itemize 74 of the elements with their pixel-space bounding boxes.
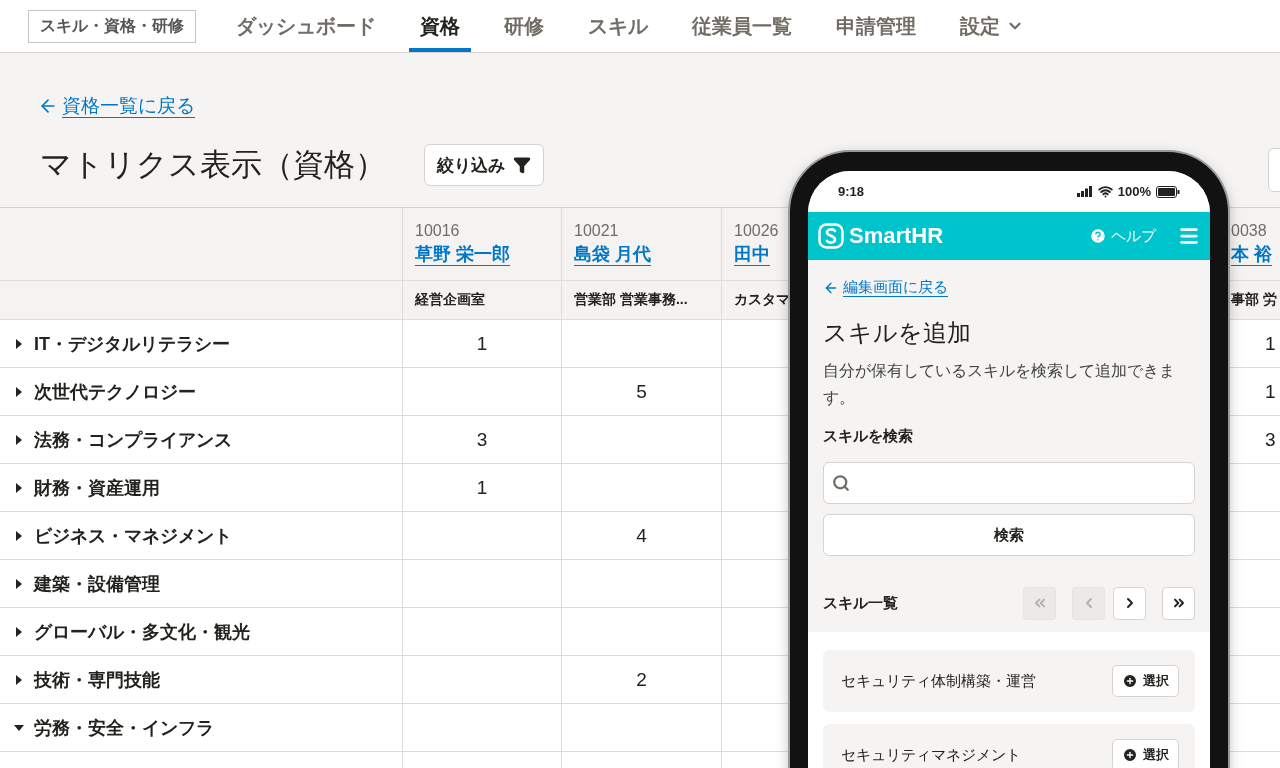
employee-name-link[interactable]: 本 裕 (1231, 242, 1272, 266)
employee-name-link[interactable]: 草野 栄一郎 (415, 242, 510, 266)
menu-icon[interactable] (1178, 225, 1200, 247)
employee-name-link[interactable]: 田中 (734, 242, 770, 266)
count-value: 3 (1264, 428, 1276, 451)
department-label: 営業部 営業事務... (574, 291, 688, 309)
wifi-icon (1097, 184, 1113, 199)
plus-icon (1122, 673, 1138, 690)
caret-right-icon (14, 434, 24, 445)
skill-name: セキュリティ体制構築・運営 (841, 671, 1036, 691)
status-time: 9:18 (838, 184, 865, 199)
pagination-button[interactable] (1113, 586, 1146, 620)
department-label: カスタマ (734, 291, 790, 309)
department-label: 経営企画室 (415, 291, 485, 309)
search-button[interactable]: 検索 (823, 514, 1195, 557)
back-link[interactable]: 資格一覧に戻る (38, 93, 195, 119)
signal-icon (1076, 186, 1093, 197)
filter-button[interactable]: 絞り込み (424, 144, 544, 186)
department-label: 事部 労 (1231, 291, 1277, 309)
count-value: 5 (636, 380, 647, 403)
count-value: 2 (636, 668, 647, 691)
caret-right-icon (14, 338, 24, 349)
search-icon (832, 474, 850, 493)
employee-name-link[interactable]: 島袋 月代 (574, 242, 651, 266)
page-title: マトリクス表示（資格） (40, 146, 386, 184)
description-text: 自分が保有しているスキルを検索して追加できます。 (823, 361, 1176, 409)
count-value: 4 (636, 524, 647, 547)
caret-right-icon (14, 626, 24, 637)
caret-down-icon (14, 722, 24, 733)
app-logo: SmartHR (849, 223, 945, 249)
plus-icon (1122, 747, 1138, 764)
caret-right-icon (14, 482, 24, 493)
logo-icon (818, 223, 844, 249)
skill-name: セキュリティマネジメント (841, 745, 1021, 765)
caret-right-icon (14, 674, 24, 685)
pagination-button[interactable] (1162, 586, 1195, 620)
nav-tab[interactable]: 研修 (493, 0, 555, 52)
employee-number: 0038 (1231, 222, 1267, 240)
screen-title: スキルを追加 (823, 318, 972, 348)
count-value: 1 (1264, 380, 1276, 403)
count-value: 1 (476, 476, 488, 499)
nav-tab[interactable]: 申請管理 (825, 0, 927, 52)
count-value: 3 (476, 428, 488, 451)
help-icon (1089, 227, 1107, 245)
category-row-toggle[interactable]: 建築・設備管理 (0, 560, 402, 607)
employee-number: 10026 (734, 222, 779, 240)
nav-tab[interactable]: スキル (577, 0, 659, 52)
employee-number: 10016 (415, 222, 460, 240)
category-row-toggle[interactable]: IT・デジタルリテラシー (0, 320, 402, 367)
count-value: 1 (476, 332, 488, 355)
caret-right-icon (14, 386, 24, 397)
caret-right-icon (14, 578, 24, 589)
category-row-toggle[interactable]: 次世代テクノロジー (0, 368, 402, 415)
caret-right-icon (14, 530, 24, 541)
employee-number: 10021 (574, 222, 619, 240)
filter-icon (513, 156, 531, 174)
back-link[interactable]: 編集画面に戻る (823, 278, 948, 297)
category-row-toggle[interactable]: 財務・資産運用 (0, 464, 402, 511)
search-field[interactable] (823, 462, 1195, 505)
count-value: 1 (1264, 332, 1276, 355)
battery-icon (1156, 185, 1180, 198)
select-button[interactable]: 選択 (1112, 665, 1179, 698)
battery-percent: 100% (1117, 184, 1151, 199)
search-label: スキルを検索 (823, 427, 914, 447)
nav-tab[interactable]: 従業員一覧 (681, 0, 803, 52)
category-row-toggle[interactable]: 技術・専門技能 (0, 656, 402, 703)
nav-tab[interactable]: ダッシュボード (225, 0, 387, 52)
nav-tab[interactable]: 資格 (409, 0, 471, 52)
select-button[interactable]: 選択 (1112, 739, 1179, 768)
list-title: スキル一覧 (823, 593, 899, 613)
app-switcher[interactable]: スキル・資格・研修 (28, 9, 196, 43)
nav-tab[interactable]: 設定 (949, 0, 1035, 52)
category-row-toggle[interactable]: 法務・コンプライアンス (0, 416, 402, 463)
category-row-toggle[interactable]: ビジネス・マネジメント (0, 512, 402, 559)
